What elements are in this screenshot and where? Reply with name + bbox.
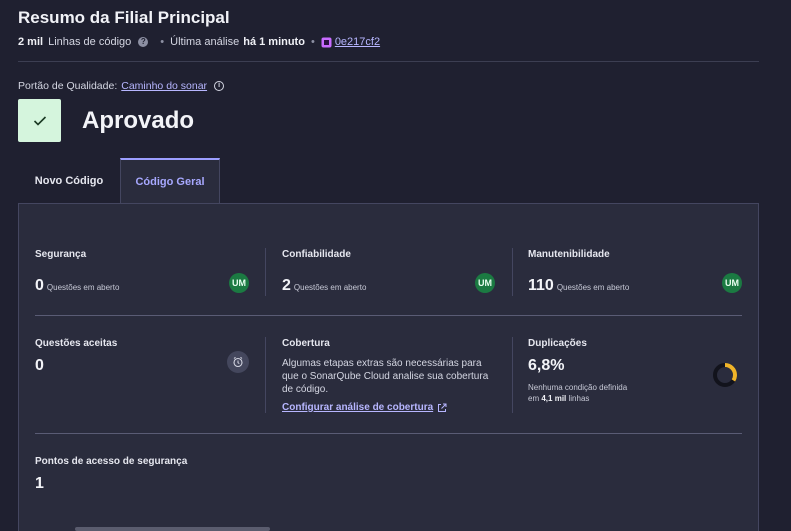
security-unit: Questões em aberto [46, 283, 120, 292]
security-metric[interactable]: Segurança 0 Questões em aberto [35, 249, 119, 295]
quality-gate-link[interactable]: Caminho do sonar [121, 80, 207, 92]
accepted-issues-metric[interactable]: Questões aceitas 0 [35, 338, 117, 375]
metrics-panel: Segurança 0 Questões em aberto UM Confia… [18, 203, 759, 531]
duplications-note-lines: 4,1 mil [541, 394, 567, 403]
reliability-label: Confiabilidade [282, 249, 351, 260]
passed-badge [18, 99, 61, 142]
external-link-icon [438, 403, 447, 412]
coverage-metric: Cobertura Algumas etapas extras são nece… [282, 338, 494, 413]
maintainability-value[interactable]: 110 [528, 277, 554, 295]
reliability-grade-badge[interactable]: UM [475, 273, 495, 293]
coverage-label: Cobertura [282, 338, 330, 349]
code-tabs: Novo Código Código Geral [18, 158, 220, 204]
commit-icon [321, 37, 332, 48]
analysis-time: há 1 minuto [243, 36, 305, 48]
page-title: Resumo da Filial Principal [18, 8, 230, 27]
security-grade-badge[interactable]: UM [229, 273, 249, 293]
column-divider [512, 337, 513, 413]
dot-separator: • [310, 36, 315, 48]
hotspots-value[interactable]: 1 [35, 475, 187, 493]
maintainability-label: Manutenibilidade [528, 249, 610, 260]
maintainability-grade-badge[interactable]: UM [722, 273, 742, 293]
duplications-metric[interactable]: Duplicações 6,8% Nenhuma condição defini… [528, 338, 627, 404]
duplications-note-suffix: linhas [568, 394, 590, 403]
commit-link[interactable]: 0e217cf2 [335, 36, 380, 48]
duplications-note-line1: Nenhuma condição definida [528, 383, 628, 392]
configure-coverage-link[interactable]: Configurar análise de cobertura [282, 402, 494, 413]
check-icon [33, 115, 46, 126]
quality-gate-row: Portão de Qualidade: Caminho do sonar i [18, 80, 225, 92]
analysis-prefix: Última análise [170, 36, 240, 48]
coverage-description: Algumas etapas extras são necessárias pa… [282, 358, 489, 395]
accepted-label: Questões aceitas [35, 338, 118, 349]
accepted-issues-icon [227, 351, 249, 373]
hotspots-label: Pontos de acesso de segurança [35, 456, 188, 467]
tab-new-code[interactable]: Novo Código [18, 158, 120, 204]
maintainability-unit: Questões em aberto [556, 283, 630, 292]
dot-separator: • [160, 36, 165, 48]
quality-gate-status: Aprovado [82, 107, 195, 134]
duplications-label: Duplicações [528, 338, 587, 349]
duplications-note: Nenhuma condição definida em 4,1 mil lin… [528, 382, 627, 404]
reliability-metric[interactable]: Confiabilidade 2 Questões em aberto [282, 249, 366, 295]
security-hotspots-metric[interactable]: Pontos de acesso de segurança 1 [35, 456, 187, 493]
lines-count: 2 mil [18, 36, 44, 48]
quality-gate-label: Portão de Qualidade: [18, 80, 118, 92]
accepted-value[interactable]: 0 [35, 357, 117, 375]
column-divider [265, 337, 266, 413]
info-icon[interactable]: i [214, 81, 225, 91]
reliability-unit: Questões em aberto [293, 283, 367, 292]
row-divider [35, 315, 742, 316]
column-divider [512, 248, 513, 296]
duplications-donut [713, 363, 737, 387]
security-label: Segurança [35, 249, 87, 260]
duplications-value[interactable]: 6,8% [528, 357, 627, 375]
maintainability-metric[interactable]: Manutenibilidade 110 Questões em aberto [528, 249, 629, 295]
duplications-note-prefix: em [528, 394, 540, 403]
row-divider [35, 433, 742, 434]
tab-overall-code[interactable]: Código Geral [120, 158, 220, 204]
column-divider [265, 248, 266, 296]
horizontal-scrollbar[interactable] [75, 527, 270, 531]
analysis-meta: 2 mil Linhas de código ? • Última anális… [18, 36, 380, 48]
header-divider [18, 61, 759, 62]
lines-label: Linhas de código [48, 36, 132, 48]
help-icon[interactable]: ? [138, 37, 149, 47]
configure-coverage-label: Configurar análise de cobertura [282, 402, 434, 413]
security-value[interactable]: 0 [35, 277, 44, 295]
reliability-value[interactable]: 2 [282, 277, 291, 295]
